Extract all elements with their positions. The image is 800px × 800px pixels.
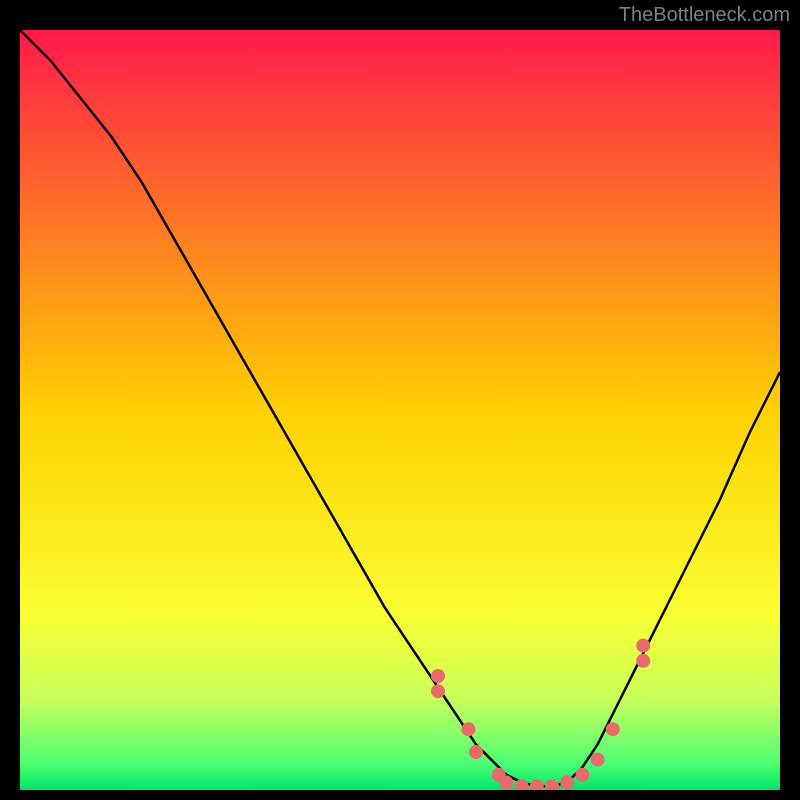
highlight-dot — [431, 684, 445, 698]
highlight-dot — [575, 768, 589, 782]
highlight-dot — [636, 639, 650, 653]
chart-background — [20, 30, 780, 790]
watermark: TheBottleneck.com — [619, 4, 790, 27]
highlight-dot — [461, 722, 475, 736]
highlight-dot — [499, 775, 513, 789]
highlight-dot — [606, 722, 620, 736]
chart-svg — [20, 30, 780, 790]
highlight-dot — [431, 669, 445, 683]
highlight-dot — [560, 775, 574, 789]
chart-frame — [20, 30, 780, 790]
highlight-dot — [469, 745, 483, 759]
highlight-dot — [636, 654, 650, 668]
highlight-dot — [591, 753, 605, 767]
